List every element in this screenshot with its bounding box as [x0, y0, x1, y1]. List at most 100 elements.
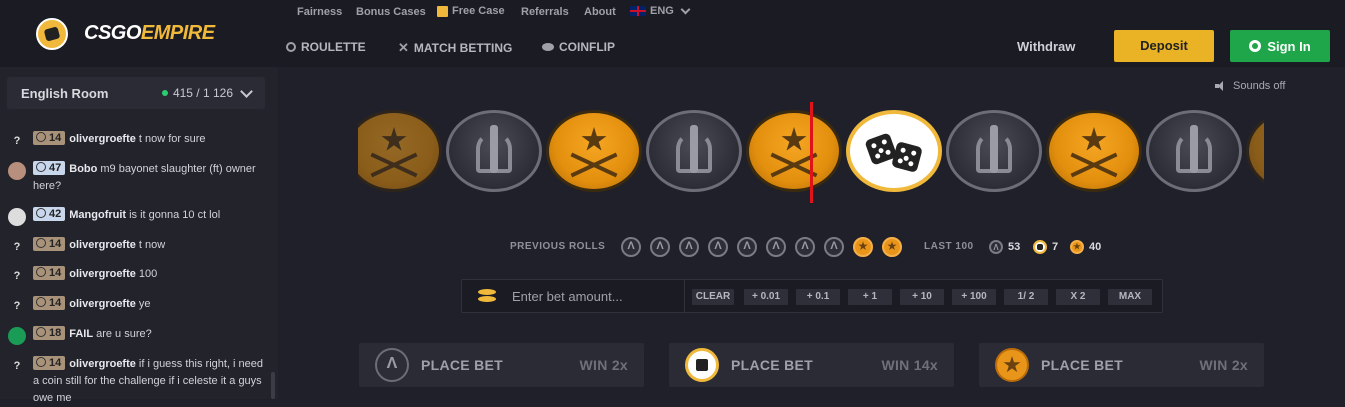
- link-free-case[interactable]: Free Case: [437, 5, 505, 17]
- link-referrals[interactable]: Referrals: [521, 6, 569, 18]
- level-icon: [36, 162, 46, 172]
- level-icon: [36, 238, 46, 248]
- link-bonus-cases[interactable]: Bonus Cases: [356, 6, 426, 18]
- withdraw-button[interactable]: Withdraw: [1017, 39, 1075, 54]
- level-badge: 14: [33, 131, 66, 145]
- signin-button[interactable]: Sign In: [1230, 30, 1330, 62]
- bet-add-001-button[interactable]: + 0.01: [744, 289, 788, 305]
- brand-name: CSGOEMPIRE: [84, 22, 215, 45]
- wings-icon: [1170, 125, 1218, 177]
- avatar[interactable]: [8, 208, 26, 226]
- level-icon: [36, 357, 46, 367]
- level-badge: 42: [33, 207, 66, 221]
- place-bet-bonus-button[interactable]: PLACE BET WIN 14x: [669, 343, 954, 387]
- chat-username[interactable]: olivergroefte: [69, 298, 136, 310]
- level-icon: [36, 208, 46, 218]
- bet-max-button[interactable]: MAX: [1108, 289, 1152, 305]
- star-icon: [581, 127, 607, 151]
- crossed-swords-icon: ✕: [398, 40, 409, 55]
- chat-username[interactable]: olivergroefte: [69, 239, 136, 251]
- roulette-tile-ct: [646, 110, 742, 192]
- roulette-tile-t: [1246, 110, 1264, 192]
- bet-amount-input[interactable]: [510, 287, 684, 305]
- nav-roulette[interactable]: ROULETTE: [286, 40, 366, 54]
- chat-text: m9 bayonet slaughter (ft) owner here?: [33, 163, 256, 192]
- online-count-value: 415 / 1 126: [172, 86, 233, 100]
- chevron-down-icon: [680, 4, 691, 14]
- bet-clear-button[interactable]: CLEAR: [692, 289, 734, 305]
- bonus-coin-icon: [1033, 240, 1047, 254]
- bet-add-100-button[interactable]: + 100: [952, 289, 996, 305]
- place-bet-ct-button[interactable]: PLACE BET WIN 2x: [359, 343, 644, 387]
- brand-part1: CSGO: [84, 22, 141, 44]
- avatar[interactable]: ?: [8, 238, 26, 256]
- coins-icon: [478, 289, 496, 303]
- level-icon: [36, 132, 46, 142]
- nav-coinflip[interactable]: COINFLIP: [542, 40, 615, 54]
- chat-room-name: English Room: [21, 85, 109, 101]
- chat-text: are u sure?: [96, 328, 152, 340]
- previous-roll-ct: [621, 237, 641, 257]
- chat-username[interactable]: olivergroefte: [69, 133, 136, 145]
- avatar[interactable]: ?: [8, 297, 26, 315]
- deposit-button[interactable]: Deposit: [1114, 30, 1214, 62]
- previous-roll-ct: [766, 237, 786, 257]
- bet-half-button[interactable]: 1/ 2: [1004, 289, 1048, 305]
- previous-roll-ct: [795, 237, 815, 257]
- chat-username[interactable]: olivergroefte: [69, 268, 136, 280]
- place-bet-t-button[interactable]: PLACE BET WIN 2x: [979, 343, 1264, 387]
- chat-message: ? 14 olivergroefte t now for sure: [8, 131, 263, 148]
- avatar[interactable]: [8, 327, 26, 345]
- chat-username[interactable]: olivergroefte: [69, 358, 136, 370]
- nav-match-betting[interactable]: ✕ MATCH BETTING: [398, 40, 512, 56]
- last100-bonus: 7: [1033, 240, 1058, 254]
- previous-roll-t: [882, 237, 902, 257]
- link-fairness[interactable]: Fairness: [297, 6, 342, 18]
- chat-text: ye: [138, 298, 151, 310]
- chat-username[interactable]: Mangofruit: [69, 209, 126, 221]
- chat-text: is it gonna 10 ct lol: [129, 209, 221, 221]
- chevron-down-icon: [240, 84, 253, 98]
- roulette-tile-t: [358, 110, 442, 192]
- bet-add-1-button[interactable]: + 1: [848, 289, 892, 305]
- chat-username[interactable]: FAIL: [69, 328, 93, 340]
- brand-part2: EMPIRE: [140, 22, 215, 44]
- knives-icon: [1069, 155, 1119, 175]
- previous-roll-ct: [824, 237, 844, 257]
- top-links-bar: Fairness Bonus Cases Free Case Referrals…: [278, 0, 1345, 25]
- wings-icon: [470, 125, 518, 177]
- chat-scrollbar[interactable]: [271, 372, 275, 399]
- language-selector[interactable]: ENG: [630, 4, 691, 17]
- last100-ct: 53: [989, 240, 1020, 254]
- bet-add-01-button[interactable]: + 0.1: [796, 289, 840, 305]
- chat-username[interactable]: Bobo: [69, 163, 97, 175]
- chat-message: ? 14 olivergroefte 100: [8, 266, 263, 283]
- avatar[interactable]: ?: [8, 357, 26, 375]
- avatar[interactable]: [8, 162, 26, 180]
- level-badge: 14: [33, 237, 66, 251]
- chat-message: ? 14 olivergroefte if i guess this right, …: [8, 356, 263, 407]
- previous-roll-ct: [650, 237, 670, 257]
- chat-text: t now: [138, 239, 166, 251]
- level-icon: [36, 297, 46, 307]
- star-icon: [381, 127, 407, 151]
- level-icon: [36, 267, 46, 277]
- bet-double-button[interactable]: X 2: [1056, 289, 1100, 305]
- chat-text: t now for sure: [138, 133, 206, 145]
- roulette-icon: [286, 42, 296, 52]
- chat-message: 47 Bobo m9 bayonet slaughter (ft) owner he…: [8, 161, 263, 195]
- previous-roll-ct: [708, 237, 728, 257]
- wings-icon: [670, 125, 718, 177]
- brand-logo[interactable]: CSGOEMPIRE: [0, 0, 278, 67]
- avatar[interactable]: ?: [8, 267, 26, 285]
- coin-icon: [542, 43, 554, 51]
- chat-message: ? 14 olivergroefte ye: [8, 296, 263, 313]
- avatar[interactable]: ?: [8, 132, 26, 150]
- chat-panel: [0, 67, 278, 399]
- bet-add-10-button[interactable]: + 10: [900, 289, 944, 305]
- bet-input-wrap: [462, 280, 685, 312]
- sound-toggle[interactable]: Sounds off: [1215, 80, 1285, 92]
- chat-room-selector[interactable]: English Room 415 / 1 126: [7, 77, 265, 109]
- roulette-tile-ct: [946, 110, 1042, 192]
- link-about[interactable]: About: [584, 6, 616, 18]
